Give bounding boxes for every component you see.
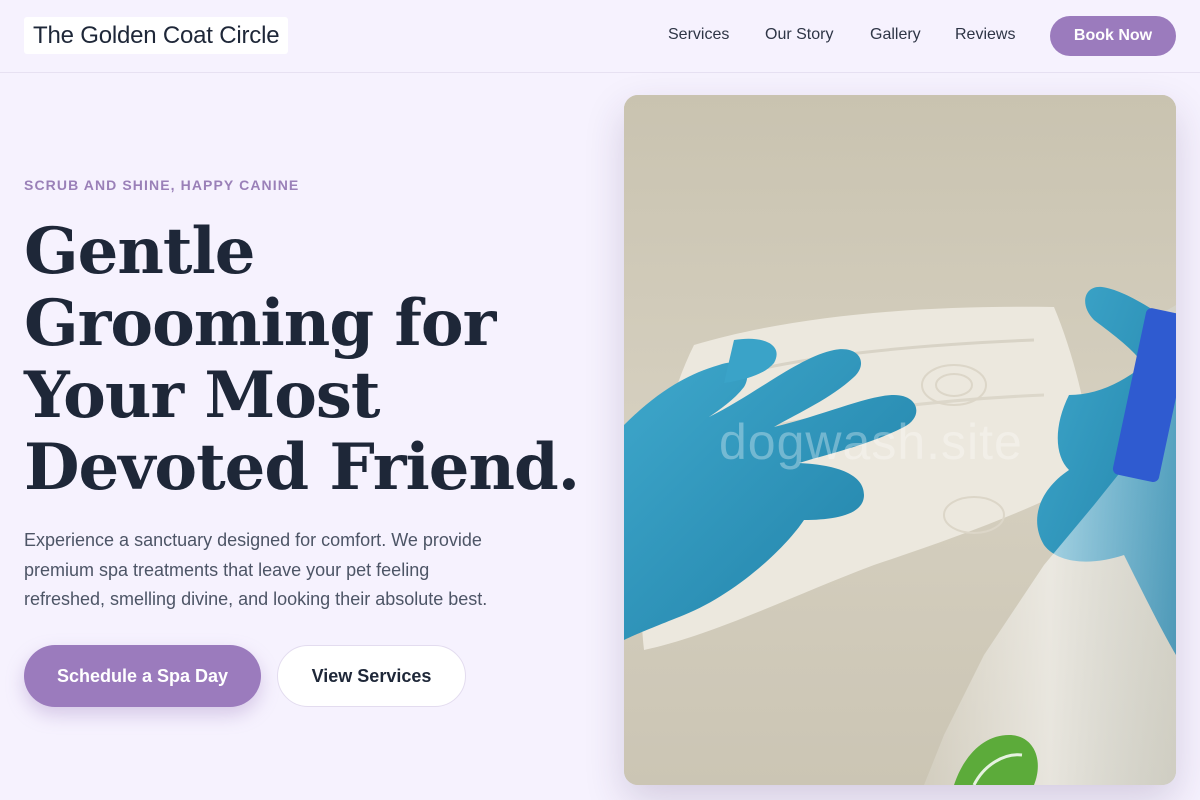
- headline-line: Your Most: [24, 358, 380, 433]
- hero-headline: Gentle Grooming for Your Most Devoted Fr…: [24, 216, 604, 504]
- site-header: The Golden Coat Circle Services Our Stor…: [0, 0, 1200, 73]
- nav-link-services[interactable]: Services: [668, 24, 729, 46]
- headline-line: Grooming for: [24, 286, 496, 361]
- view-services-button[interactable]: View Services: [277, 645, 466, 707]
- nav-link-our-story[interactable]: Our Story: [765, 24, 833, 46]
- hero-description: Experience a sanctuary designed for comf…: [24, 526, 544, 615]
- description-line: premium spa treatments that leave your p…: [24, 559, 430, 580]
- brand-logo[interactable]: The Golden Coat Circle: [24, 17, 289, 54]
- nav-link-gallery[interactable]: Gallery: [870, 24, 921, 46]
- headline-line: Devoted Friend.: [24, 430, 580, 505]
- image-watermark: dogwash.site: [719, 414, 1023, 470]
- hero-image: dogwash.site: [624, 95, 1176, 785]
- book-now-button[interactable]: Book Now: [1050, 16, 1176, 56]
- description-line: Experience a sanctuary designed for comf…: [24, 530, 482, 550]
- hero-eyebrow: SCRUB AND SHINE, HAPPY CANINE: [24, 177, 300, 193]
- schedule-spa-day-button[interactable]: Schedule a Spa Day: [24, 645, 261, 707]
- nav-link-reviews[interactable]: Reviews: [955, 24, 1015, 46]
- description-line: refreshed, smelling divine, and looking …: [24, 589, 488, 609]
- headline-line: Gentle: [24, 214, 256, 289]
